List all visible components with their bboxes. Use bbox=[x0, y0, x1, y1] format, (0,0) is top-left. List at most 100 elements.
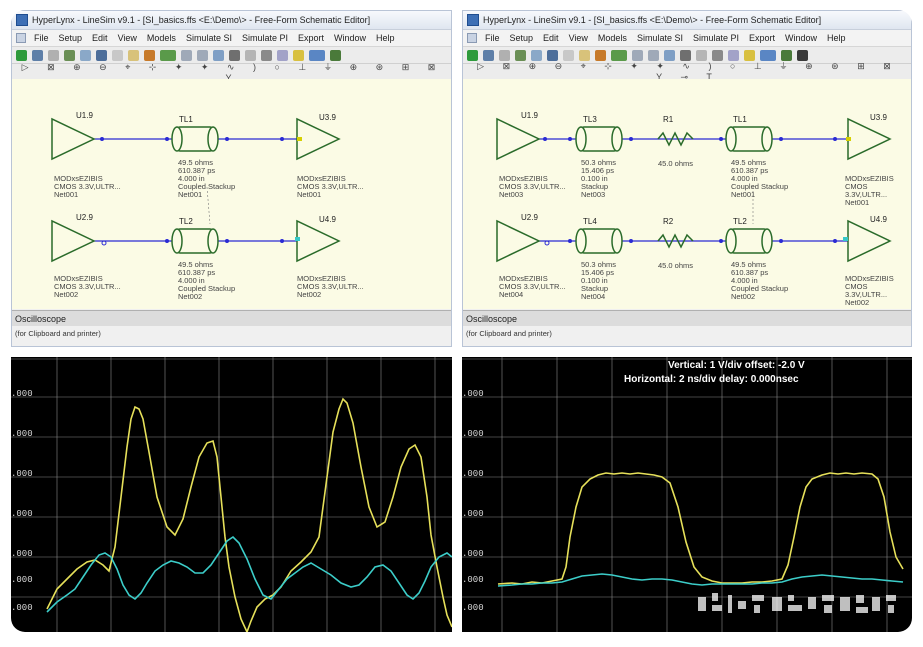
paste-icon[interactable] bbox=[547, 49, 558, 61]
run-sim-icon[interactable] bbox=[160, 49, 176, 61]
redo-icon[interactable] bbox=[128, 49, 139, 61]
menu-file[interactable]: File bbox=[34, 33, 49, 43]
menu-setup[interactable]: Setup bbox=[59, 33, 83, 43]
tl1-transmission-line[interactable] bbox=[171, 126, 219, 152]
document-menu-icon[interactable] bbox=[467, 33, 477, 43]
clipboard-label: (for Clipboard and printer) bbox=[466, 329, 552, 338]
save-icon[interactable] bbox=[499, 49, 510, 61]
r2-ref-label: R2 bbox=[663, 217, 674, 226]
open-icon[interactable] bbox=[32, 49, 43, 61]
zoom-out-icon[interactable] bbox=[648, 49, 659, 61]
zoom-fit-icon[interactable] bbox=[213, 49, 224, 61]
u2-model-block: MODxsEZIBIS CMOS 3.3V,ULTR... Net004 bbox=[499, 275, 566, 299]
tl4-net: Net004 bbox=[581, 292, 606, 301]
oscilloscope-icon[interactable] bbox=[293, 49, 304, 61]
u3-net: Net001 bbox=[297, 190, 322, 199]
menu-simulate-si[interactable]: Simulate SI bbox=[637, 33, 683, 43]
document-menu-icon[interactable] bbox=[16, 33, 26, 43]
zoom-out-icon[interactable] bbox=[197, 49, 208, 61]
eye-icon[interactable] bbox=[330, 49, 341, 61]
print-icon[interactable] bbox=[64, 49, 75, 61]
menu-view[interactable]: View bbox=[569, 33, 588, 43]
new-icon[interactable] bbox=[16, 49, 27, 61]
cut-icon[interactable] bbox=[595, 49, 606, 61]
grid-icon[interactable] bbox=[680, 49, 691, 61]
u2-driver-buffer[interactable] bbox=[51, 219, 96, 263]
copy-icon[interactable] bbox=[531, 49, 542, 61]
cut-icon[interactable] bbox=[144, 49, 155, 61]
u4-tech: CMOS 3.3V,ULTR... bbox=[845, 282, 888, 299]
net2-cyan-trace bbox=[46, 535, 452, 613]
print-icon[interactable] bbox=[515, 49, 526, 61]
probe-icon[interactable] bbox=[696, 49, 707, 61]
u4-ref-label: U4.9 bbox=[319, 215, 336, 224]
menu-help[interactable]: Help bbox=[376, 33, 395, 43]
y-tick-label: .000 bbox=[11, 509, 33, 519]
zoom-in-icon[interactable] bbox=[632, 49, 643, 61]
spectrum-icon[interactable] bbox=[760, 49, 776, 61]
u3-receiver-buffer[interactable] bbox=[296, 117, 341, 161]
menu-export[interactable]: Export bbox=[298, 33, 324, 43]
u1-net: Net003 bbox=[499, 190, 524, 199]
oscilloscope-window-title[interactable]: Oscilloscope bbox=[463, 310, 911, 326]
tl2-transmission-line[interactable] bbox=[171, 228, 219, 254]
y-tick-label: .000 bbox=[11, 429, 33, 439]
oscilloscope-window-title[interactable]: Oscilloscope bbox=[12, 310, 451, 326]
new-icon[interactable] bbox=[467, 49, 478, 61]
menu-edit[interactable]: Edit bbox=[543, 33, 559, 43]
run-sim-icon[interactable] bbox=[611, 49, 627, 61]
right-schematic-window: HyperLynx - LineSim v9.1 - [SI_basics.ff… bbox=[462, 10, 912, 347]
board-icon[interactable] bbox=[712, 49, 723, 61]
u4-receiver-buffer[interactable] bbox=[847, 219, 892, 263]
probe-icon[interactable] bbox=[245, 49, 256, 61]
tl3-transmission-line[interactable] bbox=[575, 126, 623, 152]
u3-ref-label: U3.9 bbox=[319, 113, 336, 122]
menu-simulate-pi[interactable]: Simulate PI bbox=[693, 33, 739, 43]
u4-receiver-buffer[interactable] bbox=[296, 219, 341, 263]
u1-driver-buffer[interactable] bbox=[496, 117, 541, 161]
u4-net: Net002 bbox=[297, 290, 322, 299]
grid-icon[interactable] bbox=[229, 49, 240, 61]
u2-driver-buffer[interactable] bbox=[496, 219, 541, 263]
redo-icon[interactable] bbox=[579, 49, 590, 61]
stackup-icon[interactable] bbox=[277, 49, 288, 61]
menu-simulate-pi[interactable]: Simulate PI bbox=[242, 33, 288, 43]
menu-help[interactable]: Help bbox=[827, 33, 846, 43]
r1-ref-label: R1 bbox=[663, 115, 674, 124]
u3-receiver-buffer[interactable] bbox=[847, 117, 892, 161]
paste-icon[interactable] bbox=[96, 49, 107, 61]
stackup-icon[interactable] bbox=[728, 49, 739, 61]
open-icon[interactable] bbox=[483, 49, 494, 61]
menu-bar: File Setup Edit View Models Simulate SI … bbox=[12, 30, 451, 47]
menu-setup[interactable]: Setup bbox=[510, 33, 534, 43]
menu-models[interactable]: Models bbox=[598, 33, 627, 43]
schematic-canvas[interactable]: U1.9 MODxsEZIBIS CMOS 3.3V,ULTR... Net00… bbox=[463, 79, 911, 309]
spectrum-icon[interactable] bbox=[309, 49, 325, 61]
menu-file[interactable]: File bbox=[485, 33, 500, 43]
menu-models[interactable]: Models bbox=[147, 33, 176, 43]
u4-net: Net002 bbox=[845, 298, 870, 307]
menu-simulate-si[interactable]: Simulate SI bbox=[186, 33, 232, 43]
copy-icon[interactable] bbox=[80, 49, 91, 61]
u4-model-block: MODxsEZIBIS CMOS 3.3V,ULTR... Net002 bbox=[297, 275, 364, 299]
save-icon[interactable] bbox=[48, 49, 59, 61]
undo-icon[interactable] bbox=[563, 49, 574, 61]
zoom-in-icon[interactable] bbox=[181, 49, 192, 61]
undo-icon[interactable] bbox=[112, 49, 123, 61]
eye-icon[interactable] bbox=[781, 49, 792, 61]
menu-export[interactable]: Export bbox=[749, 33, 775, 43]
tl1-transmission-line[interactable] bbox=[725, 126, 773, 152]
menu-window[interactable]: Window bbox=[334, 33, 366, 43]
board-icon[interactable] bbox=[261, 49, 272, 61]
oscilloscope-icon[interactable] bbox=[744, 49, 755, 61]
tl2-transmission-line[interactable] bbox=[725, 228, 773, 254]
tl4-transmission-line[interactable] bbox=[575, 228, 623, 254]
menu-edit[interactable]: Edit bbox=[92, 33, 108, 43]
layout-icon[interactable] bbox=[797, 49, 808, 61]
menu-view[interactable]: View bbox=[118, 33, 137, 43]
u1-driver-buffer[interactable] bbox=[51, 117, 96, 161]
schematic-canvas[interactable]: U1.9 MODxsEZIBIS CMOS 3.3V,ULTR... Net00… bbox=[12, 79, 451, 309]
junction-dot bbox=[280, 137, 284, 141]
zoom-fit-icon[interactable] bbox=[664, 49, 675, 61]
menu-window[interactable]: Window bbox=[785, 33, 817, 43]
